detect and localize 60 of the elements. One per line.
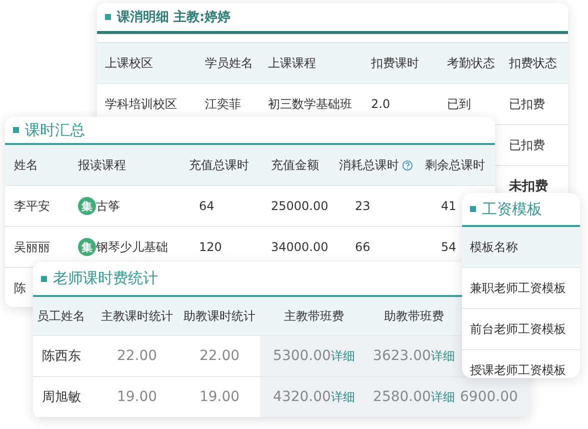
- column-header: 助教带班费: [383, 308, 445, 324]
- table-cell-text: 周旭敏: [41, 389, 82, 407]
- card-title: 课消明细 主教:婷婷: [97, 3, 568, 34]
- table-cell: 4320.00: [273, 389, 331, 405]
- table-cell-text: 41: [440, 199, 456, 213]
- table-cell: 25000.00: [271, 199, 328, 213]
- table-cell: 34000.00: [271, 240, 328, 254]
- column-header: 充值总课时: [189, 156, 249, 174]
- detail-link[interactable]: 详细: [330, 348, 355, 364]
- class-badge: 集: [78, 197, 96, 215]
- column-header: 上课课程: [268, 54, 317, 72]
- column-header: 助教课时统计: [182, 308, 256, 324]
- column-header: 姓名: [14, 156, 38, 174]
- table-cell: 前台老师工资模板: [470, 320, 566, 338]
- table-cell: 6900.00: [460, 389, 518, 405]
- table-cell-text: 22.00: [116, 347, 158, 366]
- class-badge: 集: [78, 238, 96, 256]
- table-cell: 2580.00: [373, 389, 431, 405]
- table-cell-text: 已到: [447, 96, 472, 112]
- table-cell-text: 学科培训校区: [105, 96, 178, 112]
- table-cell-text: 李平安: [14, 198, 51, 214]
- column-header: 模板名称: [470, 238, 518, 256]
- detail-link[interactable]: 详细: [430, 388, 455, 406]
- column-header: 主教带班费: [283, 308, 345, 324]
- column-header: 学员姓名: [205, 54, 254, 72]
- column-header: 考勤状态: [447, 54, 496, 72]
- column-header: 消耗总课时: [339, 156, 399, 174]
- column-header: 上课校区: [105, 54, 154, 72]
- table-cell-text: 江奕菲: [205, 96, 242, 112]
- table-cell-text: 66: [354, 240, 370, 254]
- detail-link[interactable]: 详细: [330, 388, 355, 406]
- table-cell-text: 22.00: [198, 347, 241, 366]
- table-cell-text: 64: [198, 199, 214, 213]
- table-cell-text: 吴丽丽: [14, 238, 51, 256]
- column-header: 报读课程: [78, 156, 126, 174]
- table-cell: 古筝: [96, 198, 120, 214]
- column-header: 主教课时统计: [100, 308, 174, 324]
- help-icon[interactable]: [402, 160, 413, 170]
- table-cell: 授课老师工资模板: [470, 362, 566, 378]
- table-cell: 3623.00: [373, 348, 431, 364]
- table-cell-text: 陈西东: [41, 348, 82, 366]
- column-header: 剩余总课时: [425, 156, 485, 174]
- table-cell: 5300.00: [273, 348, 331, 364]
- table-cell-text: 已扣费: [509, 136, 546, 154]
- table-cell-text: 已扣费: [509, 96, 546, 112]
- table-cell-text: 19.00: [116, 388, 158, 407]
- column-header: 充值金额: [271, 156, 319, 174]
- table-cell-text: 初三数学基础班: [268, 96, 353, 112]
- table-cell-text: 未扣费: [509, 178, 549, 195]
- table-cell-text: 23: [354, 199, 370, 213]
- table-cell-text: 54: [440, 240, 456, 254]
- column-header: 扣费课时: [371, 54, 420, 72]
- table-cell: 钢琴少儿基础: [96, 238, 168, 256]
- table-cell-text: 19.00: [198, 388, 241, 407]
- table-cell-text: 陈: [14, 280, 27, 296]
- column-header: 扣费状态: [509, 54, 558, 72]
- table-cell-text: 2.0: [371, 97, 392, 111]
- detail-link[interactable]: 详细: [430, 348, 455, 364]
- column-header: 员工姓名: [36, 308, 86, 324]
- table-cell-text: 120: [198, 240, 222, 254]
